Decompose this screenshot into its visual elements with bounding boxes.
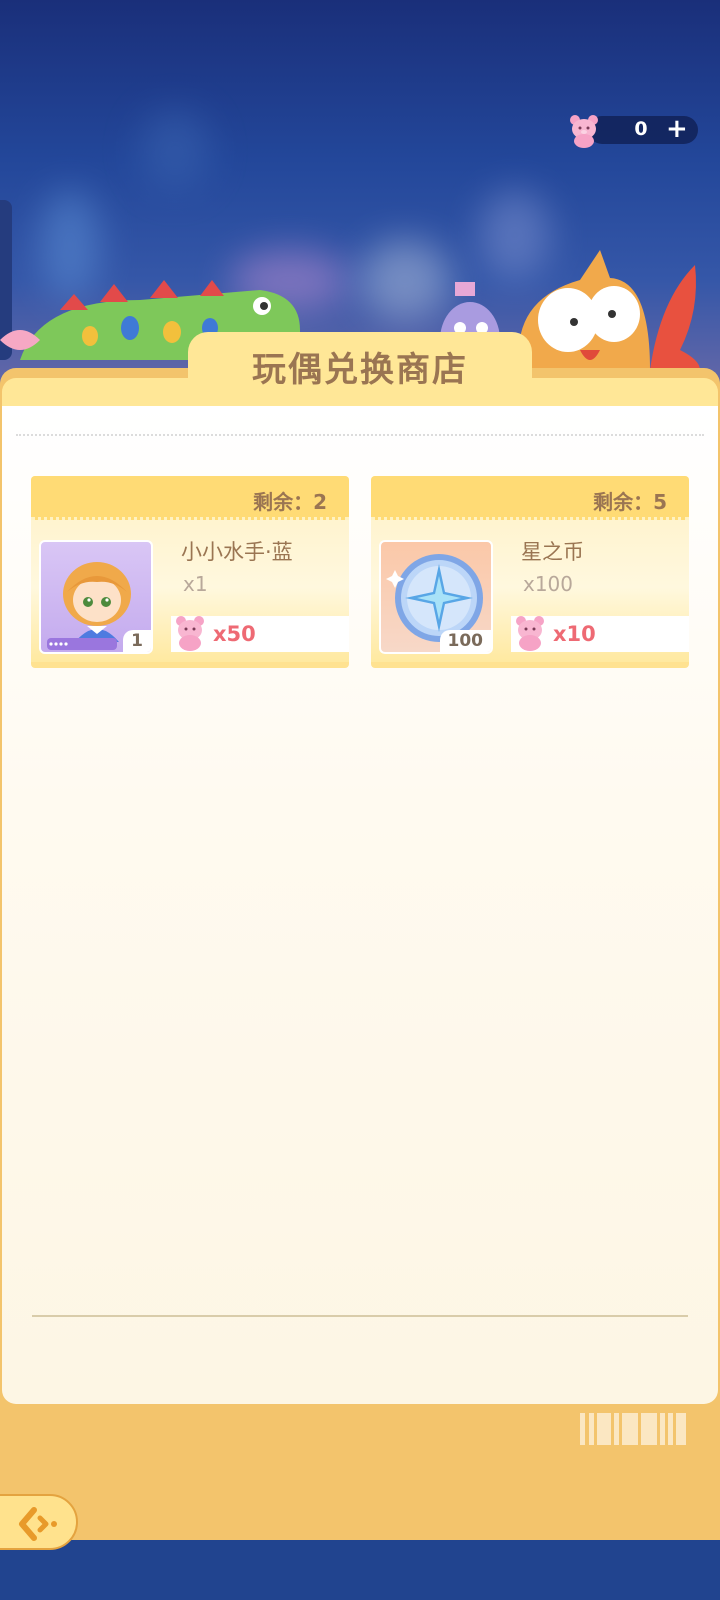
dotted-divider bbox=[16, 434, 704, 436]
shop-title: 玩偶兑换商店 bbox=[252, 350, 468, 390]
item-remaining: 剩余：2 bbox=[253, 490, 327, 514]
item-name: 星之币 bbox=[521, 540, 584, 564]
thumbnail-quantity: 100 bbox=[439, 630, 491, 652]
bottom-bar bbox=[0, 1540, 720, 1600]
item-amount: x1 bbox=[183, 572, 208, 596]
back-button[interactable] bbox=[0, 1494, 78, 1550]
item-amount: x100 bbox=[523, 572, 574, 596]
item-price[interactable]: x10 bbox=[511, 616, 689, 652]
item-price-value: x10 bbox=[553, 622, 596, 646]
item-name: 小小水手·蓝 bbox=[181, 540, 293, 564]
back-arrow-icon bbox=[19, 1507, 57, 1541]
bottom-divider bbox=[32, 1315, 688, 1317]
currency-amount: 0 bbox=[634, 118, 648, 140]
barcode-decoration bbox=[580, 1413, 686, 1445]
item-card-header: 剩余：2 bbox=[31, 476, 349, 520]
item-thumbnail[interactable]: 100 bbox=[379, 540, 493, 654]
item-price[interactable]: x50 bbox=[171, 616, 349, 652]
thumbnail-quantity: 1 bbox=[123, 630, 151, 652]
pink-bear-token-icon bbox=[176, 616, 204, 651]
pink-bear-token-icon bbox=[570, 115, 598, 148]
shop-item-card[interactable]: 剩余：2 1 小小水手·蓝 x1 x50 bbox=[31, 476, 349, 668]
item-thumbnail[interactable]: 1 bbox=[39, 540, 153, 654]
item-price-value: x50 bbox=[213, 622, 256, 646]
shop-item-card[interactable]: 剩余：5 100 星之币 x100 x10 bbox=[371, 476, 689, 668]
currency-counter: 0 + bbox=[566, 112, 698, 148]
shop-title-tab: 玩偶兑换商店 bbox=[188, 332, 532, 390]
add-currency-button[interactable]: + bbox=[666, 114, 688, 144]
pink-bear-token-icon bbox=[516, 616, 544, 651]
item-remaining: 剩余：5 bbox=[593, 490, 667, 514]
item-card-header: 剩余：5 bbox=[371, 476, 689, 520]
